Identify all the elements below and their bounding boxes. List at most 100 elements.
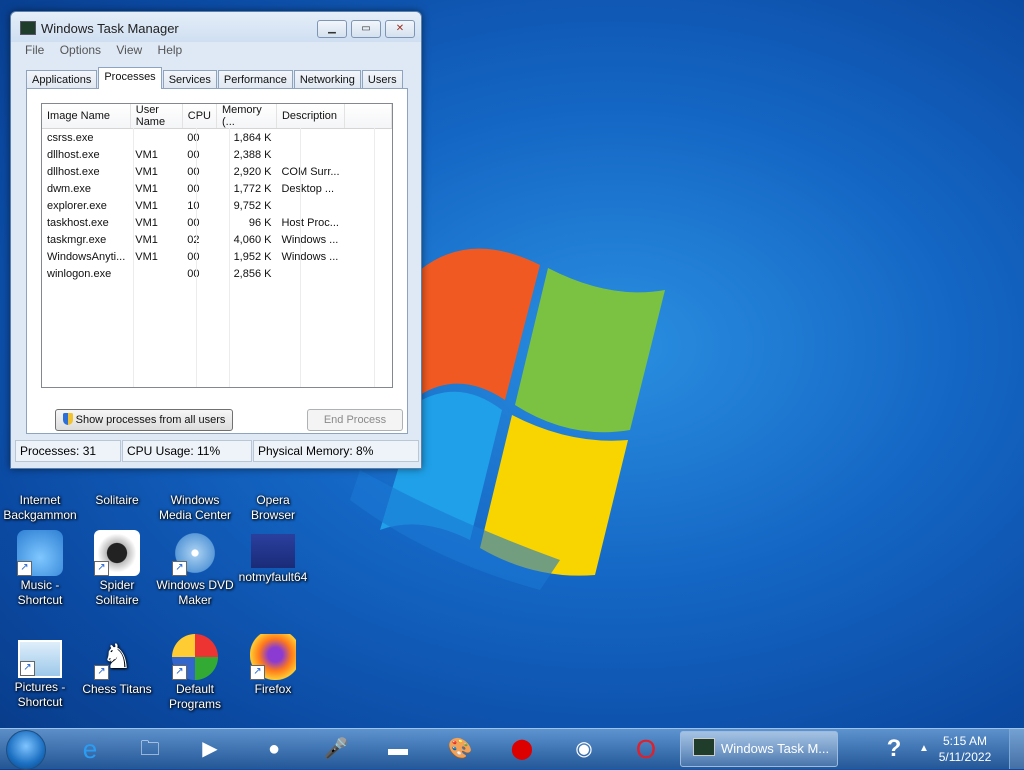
process-image-name: csrss.exe [47, 131, 94, 144]
process-description [276, 146, 344, 163]
desktop-icon-dvd-maker[interactable]: ↗ Windows DVD Maker [155, 530, 235, 608]
process-image-name: winlogon.exe [47, 267, 112, 280]
task-manager-icon [20, 21, 36, 35]
process-description: COM Surr... [281, 165, 340, 178]
process-user-name: VM1 [135, 216, 158, 229]
process-row[interactable]: taskmgr.exe VM1 02 4,060 K Windows ... [42, 231, 392, 248]
process-user-name: VM1 [135, 250, 158, 263]
process-row[interactable]: dwm.exe VM1 00 1,772 K Desktop ... [42, 180, 392, 197]
clock[interactable]: 5:15 AM 5/11/2022 [930, 733, 1000, 765]
process-row[interactable]: taskhost.exe VM1 00 96 K Host Proc... [42, 214, 392, 231]
process-cpu: 00 [187, 216, 200, 229]
taskbar-button-label: Windows Task M... [721, 741, 830, 756]
opera-taskbar-icon[interactable]: O [620, 732, 672, 766]
column-header-memory[interactable]: Memory (... [216, 104, 277, 129]
process-row[interactable]: winlogon.exe 00 2,856 K [42, 265, 392, 282]
show-desktop-button[interactable] [1009, 729, 1024, 769]
desktop-icon-music[interactable]: ↗ Music - Shortcut [0, 530, 80, 608]
maximize-button[interactable]: ▭ [351, 20, 381, 38]
title-bar[interactable]: Windows Task Manager ▁ ▭ ✕ [11, 12, 421, 42]
menu-file[interactable]: File [25, 43, 44, 57]
desktop-icon-firefox[interactable]: ↗ Firefox [233, 634, 313, 697]
menu-options[interactable]: Options [60, 43, 101, 57]
show-all-users-button[interactable]: Show processes from all users [55, 409, 233, 431]
process-memory: 1,772 K [233, 182, 272, 195]
end-process-button[interactable]: End Process [307, 409, 403, 431]
desktop-icon-default-programs[interactable]: ↗ Default Programs [155, 634, 235, 712]
tab-processes[interactable]: Processes [98, 67, 162, 89]
process-blank-cell [345, 146, 392, 163]
process-cpu: 00 [187, 250, 200, 263]
menu-view[interactable]: View [116, 43, 142, 57]
process-blank-cell [345, 231, 392, 248]
task-manager-window[interactable]: Windows Task Manager ▁ ▭ ✕ File Options … [10, 11, 422, 469]
notmyfault-icon [251, 534, 295, 568]
desktop-icon-pictures[interactable]: ↗ Pictures - Shortcut [0, 634, 80, 710]
process-row[interactable]: csrss.exe 00 1,864 K [42, 129, 392, 147]
desktop-icon-chess-titans[interactable]: ♞ ↗ Chess Titans [77, 634, 157, 697]
status-cpu: CPU Usage: 11% [122, 440, 252, 462]
menu-help[interactable]: Help [158, 43, 183, 57]
desktop-icon-spider-solitaire[interactable]: ↗ Spider Solitaire [77, 530, 157, 608]
media-player-icon[interactable]: ▶ [184, 732, 236, 766]
shortcut-arrow-icon: ↗ [94, 561, 109, 576]
process-description [276, 197, 344, 214]
process-row[interactable]: explorer.exe VM1 10 9,752 K [42, 197, 392, 214]
process-image-name: taskhost.exe [47, 216, 109, 229]
process-memory: 1,864 K [233, 131, 272, 144]
paint-icon[interactable]: 🎨 [434, 732, 486, 766]
tab-services[interactable]: Services [162, 70, 217, 89]
column-header-description[interactable]: Description [276, 104, 346, 129]
process-cpu: 00 [187, 131, 200, 144]
minimize-button[interactable]: ▁ [317, 20, 347, 38]
task-manager-taskbar-icon [693, 738, 715, 756]
process-image-name: dllhost.exe [47, 148, 100, 161]
dvd-icon: ↗ [172, 530, 218, 576]
firefox-taskbar-icon[interactable]: ● [248, 732, 300, 766]
column-header-image-name[interactable]: Image Name [42, 104, 131, 129]
tab-users[interactable]: Users [361, 70, 403, 89]
start-button[interactable] [6, 730, 46, 770]
process-memory: 96 K [248, 216, 272, 229]
notmyfault-taskbar-icon[interactable]: ▬ [372, 732, 424, 766]
process-row[interactable]: dllhost.exe VM1 00 2,920 K COM Surr... [42, 163, 392, 180]
column-divider [229, 128, 230, 387]
process-blank-cell [345, 214, 392, 231]
status-processes: Processes: 31 [15, 440, 121, 462]
process-row[interactable]: WindowsAnyti... VM1 00 1,952 K Windows ... [42, 248, 392, 265]
column-header-user-name[interactable]: User Name [130, 104, 183, 129]
process-blank-cell [345, 197, 392, 214]
process-memory: 2,388 K [233, 148, 272, 161]
process-cpu: 00 [187, 182, 200, 195]
close-button[interactable]: ✕ [385, 20, 415, 38]
shortcut-arrow-icon: ↗ [17, 561, 32, 576]
tab-applications[interactable]: Applications [26, 70, 98, 89]
status-memory: Physical Memory: 8% [253, 440, 419, 462]
chrome-icon[interactable]: ◉ [558, 732, 610, 766]
column-header-cpu[interactable]: CPU [182, 104, 217, 129]
internet-explorer-icon[interactable]: e [64, 732, 116, 766]
file-explorer-icon[interactable]: 🗀 [124, 732, 176, 766]
process-row[interactable]: dllhost.exe VM1 00 2,388 K [42, 146, 392, 163]
process-list[interactable]: Image Name User Name CPU Memory (... Des… [41, 103, 393, 388]
desktop-icon-notmyfault[interactable]: notmyfault64 [233, 530, 313, 585]
process-description: Desktop ... [281, 182, 335, 195]
tab-networking[interactable]: Networking [293, 70, 361, 89]
microphone-icon[interactable]: 🎤 [310, 732, 362, 766]
tab-performance[interactable]: Performance [217, 70, 293, 89]
shortcut-arrow-icon: ↗ [172, 561, 187, 576]
menu-bar: File Options View Help [19, 43, 413, 61]
clock-time: 5:15 AM [942, 734, 988, 748]
record-icon[interactable]: ⬤ [496, 732, 548, 766]
taskbar-button-task-manager[interactable]: Windows Task M... [680, 731, 838, 767]
shortcut-arrow-icon: ↗ [172, 665, 187, 680]
column-divider [133, 128, 134, 387]
process-description: Windows ... [281, 233, 339, 246]
process-description: Windows ... [281, 250, 339, 263]
process-user-name: VM1 [135, 233, 158, 246]
process-user-name: VM1 [135, 148, 158, 161]
column-header-empty [344, 104, 392, 129]
column-header-row: Image Name User Name CPU Memory (... Des… [42, 104, 392, 129]
process-cpu: 00 [187, 148, 200, 161]
process-blank-cell [345, 265, 392, 282]
